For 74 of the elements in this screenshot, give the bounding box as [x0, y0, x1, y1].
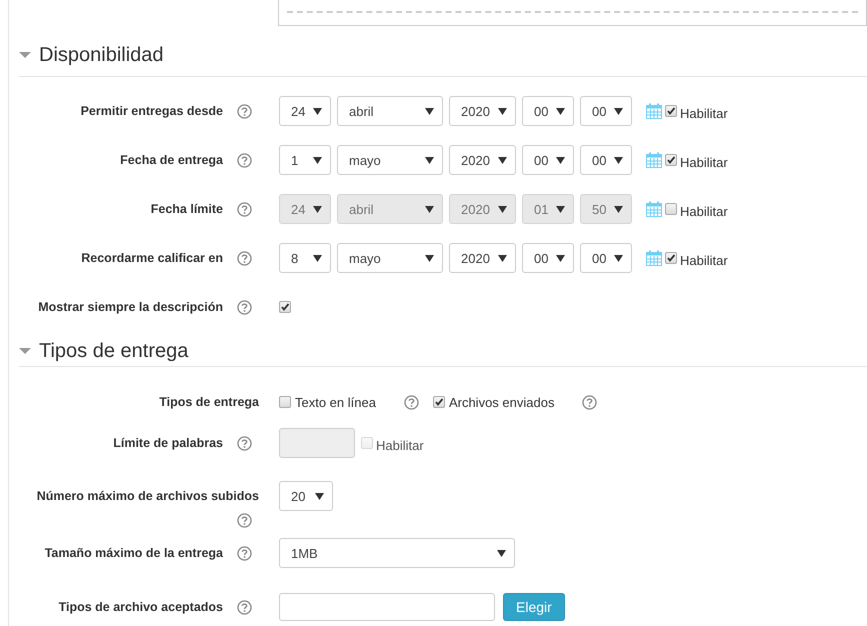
field-label: Tamaño máximo de la entrega: [44, 546, 223, 560]
caret-icon: [614, 206, 623, 212]
checkbox-label[interactable]: Habilitar: [680, 106, 728, 120]
checkbox-label[interactable]: Habilitar: [680, 154, 728, 170]
caret-icon: [425, 156, 434, 164]
field-label: Fecha límite: [150, 202, 223, 216]
caret-icon: [313, 254, 322, 262]
help-icon[interactable]: [582, 394, 598, 410]
field-label: Tipos de entrega: [159, 395, 259, 409]
collapse-caret-icon[interactable]: [19, 52, 31, 58]
caret-icon: [425, 206, 434, 212]
minute-select[interactable]: 00: [580, 96, 632, 126]
caret-icon: [498, 206, 507, 212]
caret-icon: [556, 156, 565, 164]
checkbox[interactable]: [665, 252, 677, 264]
help-icon[interactable]: [237, 546, 252, 560]
month-select[interactable]: mayo: [337, 243, 443, 273]
count-select[interactable]: 20: [279, 481, 333, 511]
checkbox[interactable]: [432, 396, 445, 408]
caret-icon: [498, 156, 507, 164]
checkbox-label[interactable]: Archivos enviados: [448, 394, 554, 410]
caret-icon: [556, 206, 565, 212]
collapse-caret-icon[interactable]: [19, 348, 31, 354]
year-select[interactable]: 2020: [449, 96, 516, 126]
checkbox[interactable]: [279, 301, 291, 313]
help-icon[interactable]: [237, 250, 252, 266]
help-icon[interactable]: [237, 600, 252, 614]
section-heading[interactable]: Disponibilidad: [39, 44, 164, 66]
day-select[interactable]: 24: [279, 96, 331, 126]
caret-icon: [498, 254, 507, 262]
size-select[interactable]: 1MB: [279, 538, 515, 568]
caret-icon: [614, 156, 623, 164]
help-icon[interactable]: [237, 152, 252, 168]
file-types-field[interactable]: [279, 593, 495, 621]
field-label: Número máximo de archivos subidos: [36, 489, 259, 503]
section-heading[interactable]: Tipos de entrega: [39, 340, 188, 362]
caret-icon: [315, 492, 324, 500]
caret-icon: [556, 254, 565, 262]
caret-icon: [313, 156, 322, 164]
hour-select[interactable]: 00: [522, 96, 574, 126]
checkbox[interactable]: [279, 396, 291, 408]
month-select[interactable]: mayo: [337, 145, 443, 175]
caret-icon: [313, 206, 322, 212]
checkbox[interactable]: [665, 105, 677, 117]
help-icon[interactable]: [237, 513, 252, 528]
year-select[interactable]: 2020: [449, 145, 516, 175]
day-select[interactable]: 8: [279, 243, 331, 273]
field-label: Tipos de archivo aceptados: [58, 600, 223, 614]
caret-icon: [313, 108, 322, 114]
year-select[interactable]: 2020: [449, 243, 516, 273]
help-icon[interactable]: [404, 394, 419, 410]
month-select[interactable]: abril: [337, 96, 443, 126]
field-label: Recordarme calificar en: [81, 251, 223, 265]
minute-select[interactable]: 00: [580, 145, 632, 175]
field-label: Permitir entregas desde: [80, 104, 223, 118]
minute-select[interactable]: 00: [580, 243, 632, 273]
caret-icon: [497, 550, 506, 556]
caret-icon: [556, 108, 565, 114]
checkbox-label[interactable]: Habilitar: [680, 252, 728, 268]
checkbox[interactable]: [665, 154, 677, 166]
field-label: Mostrar siempre la descripción: [38, 300, 223, 314]
field-label: Fecha de entrega: [120, 153, 223, 167]
help-icon[interactable]: [237, 300, 252, 314]
caret-icon: [498, 108, 507, 114]
hour-select[interactable]: 00: [522, 145, 574, 175]
caret-icon: [425, 108, 434, 114]
field-label: Límite de palabras: [113, 436, 223, 450]
hour-select[interactable]: 00: [522, 243, 574, 273]
checkbox-label[interactable]: Texto en línea: [295, 394, 376, 410]
day-select[interactable]: 1: [279, 145, 331, 175]
caret-icon: [614, 254, 623, 262]
caret-icon: [614, 108, 623, 114]
caret-icon: [425, 254, 434, 262]
help-icon[interactable]: [237, 104, 252, 118]
